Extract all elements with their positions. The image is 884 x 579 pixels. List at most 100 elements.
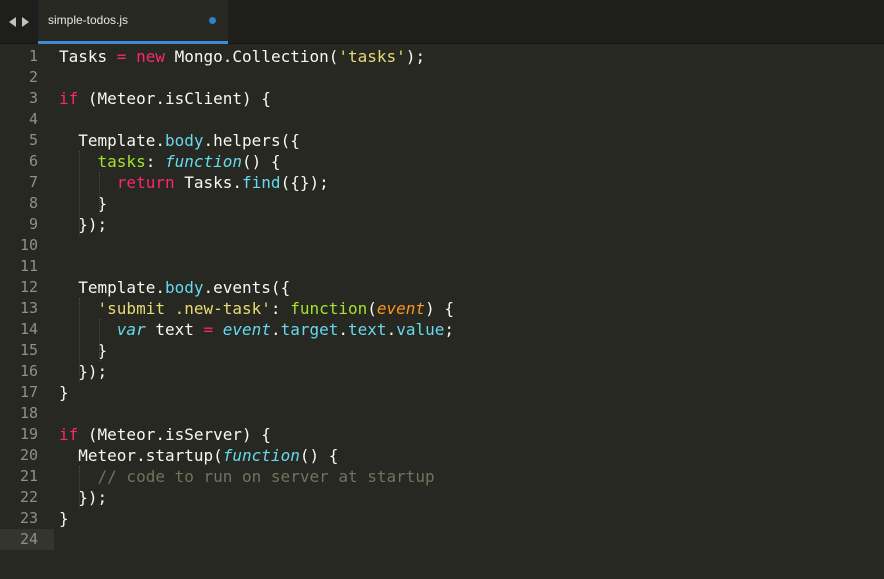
code-token: event bbox=[376, 299, 426, 318]
tab-filename: simple-todos.js bbox=[48, 13, 129, 27]
code-token: (Meteor.isServer) { bbox=[78, 425, 271, 444]
indent-guide bbox=[78, 466, 80, 508]
code-token: : bbox=[270, 299, 291, 318]
line-number: 17 bbox=[19, 383, 38, 401]
code-token: } bbox=[59, 194, 108, 213]
line-number: 20 bbox=[19, 446, 38, 464]
code-line: 14 var text = event.target.text.value; bbox=[0, 319, 884, 340]
code-token: (Meteor.isClient) { bbox=[78, 89, 271, 108]
line-number: 10 bbox=[19, 236, 38, 254]
code-text[interactable]: Template.body.helpers({ bbox=[59, 130, 300, 151]
tab-back-icon[interactable] bbox=[9, 16, 16, 27]
line-number: 22 bbox=[19, 488, 38, 506]
code-token: body bbox=[164, 131, 204, 150]
indent-guide bbox=[98, 319, 100, 361]
code-line: 17} bbox=[0, 382, 884, 403]
code-token: Tasks. bbox=[174, 173, 243, 192]
code-token: value bbox=[396, 320, 445, 339]
unsaved-dot-icon[interactable] bbox=[209, 17, 216, 24]
code-line: 6 tasks: function() { bbox=[0, 151, 884, 172]
code-line: 10 bbox=[0, 235, 884, 256]
code-token: . bbox=[270, 320, 281, 339]
code-token: : bbox=[145, 152, 165, 171]
code-token: 'submit .new-task' bbox=[97, 299, 271, 318]
line-number: 1 bbox=[28, 47, 38, 65]
line-number: 16 bbox=[19, 362, 38, 380]
code-token: function bbox=[164, 152, 243, 171]
code-token: if bbox=[59, 89, 79, 108]
line-number: 13 bbox=[19, 299, 38, 317]
code-line: 8 } bbox=[0, 193, 884, 214]
code-token: new bbox=[136, 47, 165, 66]
code-text[interactable]: tasks: function() { bbox=[59, 151, 281, 172]
code-text[interactable]: Tasks = new Mongo.Collection('tasks'); bbox=[59, 46, 425, 67]
code-token: helpers({ bbox=[213, 131, 300, 150]
line-number: 24 bbox=[19, 530, 38, 548]
code-line: 15 } bbox=[0, 340, 884, 361]
code-text[interactable]: if (Meteor.isServer) { bbox=[59, 424, 271, 445]
code-line: 7 return Tasks.find({}); bbox=[0, 172, 884, 193]
tab-simple-todos[interactable]: simple-todos.js bbox=[38, 0, 228, 44]
line-number: 5 bbox=[28, 131, 38, 149]
code-line: 20 Meteor.startup(function() { bbox=[0, 445, 884, 466]
code-token: Template. bbox=[59, 278, 165, 297]
code-token: body bbox=[164, 278, 204, 297]
code-token: ; bbox=[444, 320, 455, 339]
code-token: 'tasks' bbox=[338, 47, 406, 66]
code-text[interactable]: Meteor.startup(function() { bbox=[59, 445, 338, 466]
line-number: 18 bbox=[19, 404, 38, 422]
code-token: () { bbox=[299, 446, 339, 465]
code-token: . bbox=[338, 320, 349, 339]
indent-guide bbox=[78, 298, 80, 382]
code-text[interactable]: }); bbox=[59, 487, 107, 508]
code-token: ( bbox=[367, 299, 377, 318]
code-token: if bbox=[59, 425, 79, 444]
code-text[interactable]: } bbox=[59, 382, 69, 403]
code-editor[interactable]: 1 Tasks = new Mongo.Collection('tasks'); 2… bbox=[0, 44, 884, 579]
code-text[interactable]: Template.body.events({ bbox=[59, 277, 290, 298]
code-token: // code to run on server at startup bbox=[97, 467, 435, 486]
code-token: .events({ bbox=[203, 278, 291, 297]
line-number: 4 bbox=[28, 110, 38, 128]
code-token: ); bbox=[405, 47, 426, 66]
code-token: Template. bbox=[59, 131, 165, 150]
line-number: 9 bbox=[28, 215, 38, 233]
code-token: Mongo.Collection( bbox=[164, 47, 339, 66]
code-text[interactable]: } bbox=[59, 193, 108, 214]
code-line: 9 }); bbox=[0, 214, 884, 235]
code-token: text bbox=[348, 320, 387, 339]
code-text[interactable]: 'submit .new-task': function(event) { bbox=[59, 298, 454, 319]
code-line: 19 if (Meteor.isServer) { bbox=[0, 424, 884, 445]
code-text[interactable]: // code to run on server at startup bbox=[59, 466, 435, 487]
code-token: var bbox=[116, 320, 146, 339]
code-token: }); bbox=[59, 362, 108, 381]
code-line: 21 // code to run on server at startup bbox=[0, 466, 884, 487]
tab-forward-icon[interactable] bbox=[22, 16, 29, 27]
line-number: 12 bbox=[19, 278, 38, 296]
code-token: ({}); bbox=[280, 173, 329, 192]
code-text[interactable]: }); bbox=[59, 361, 107, 382]
code-token: tasks bbox=[97, 152, 146, 171]
code-text[interactable]: var text = event.target.text.value; bbox=[59, 319, 454, 340]
code-token: ) { bbox=[425, 299, 454, 318]
code-token: . bbox=[203, 131, 214, 150]
code-text[interactable]: if (Meteor.isClient) { bbox=[59, 88, 271, 109]
code-line: 12 Template.body.events({ bbox=[0, 277, 884, 298]
line-number: 21 bbox=[19, 467, 38, 485]
code-line: 23} bbox=[0, 508, 884, 529]
code-line: 1 Tasks = new Mongo.Collection('tasks'); bbox=[0, 46, 884, 67]
code-text[interactable]: }); bbox=[59, 214, 107, 235]
code-token: target bbox=[280, 320, 339, 339]
indent-guide bbox=[78, 151, 80, 235]
line-number: 14 bbox=[19, 320, 38, 338]
code-text[interactable]: } bbox=[59, 508, 69, 529]
code-line: 5 Template.body.helpers({ bbox=[0, 130, 884, 151]
code-text[interactable]: } bbox=[59, 340, 108, 361]
code-line: 24 bbox=[0, 529, 884, 550]
line-number: 6 bbox=[28, 152, 38, 170]
code-token: = bbox=[203, 320, 214, 339]
code-token: Meteor.startup( bbox=[59, 446, 223, 465]
